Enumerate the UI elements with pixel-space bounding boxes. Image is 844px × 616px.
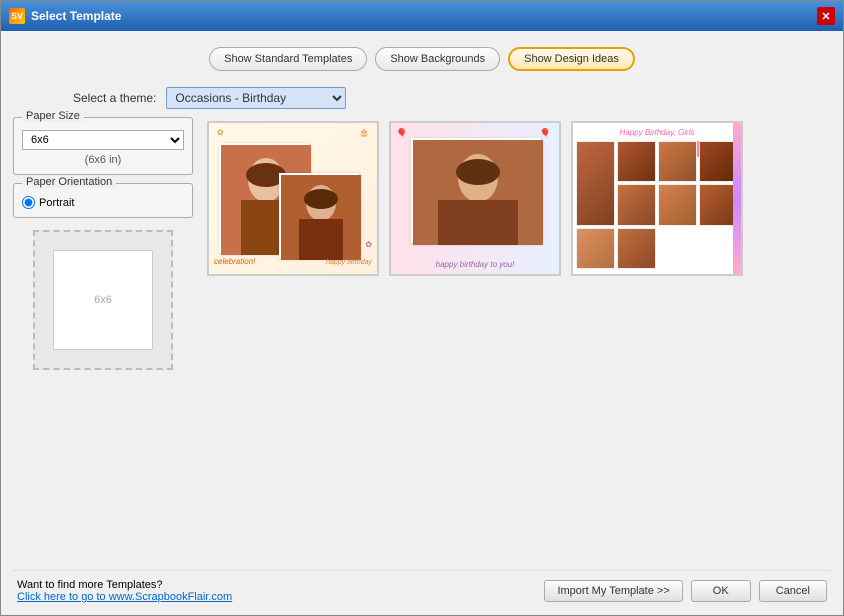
tmpl3-cell-2 bbox=[658, 141, 697, 182]
title-bar: SV Select Template ✕ bbox=[1, 1, 843, 31]
tmpl3-stripe bbox=[733, 123, 741, 274]
paper-orientation-group: Paper Orientation Portrait bbox=[13, 183, 193, 218]
close-button[interactable]: ✕ bbox=[817, 7, 835, 25]
find-templates-text: Want to find more Templates? bbox=[17, 579, 232, 591]
paper-orientation-label: Paper Orientation bbox=[22, 176, 116, 188]
toolbar: Show Standard Templates Show Backgrounds… bbox=[13, 43, 831, 79]
tmpl3-title: Happy Birthday, Girls bbox=[573, 128, 741, 137]
tmpl3-cell-1 bbox=[617, 141, 656, 182]
tmpl2-deco1: 🎈 bbox=[396, 128, 407, 139]
tmpl1-text2: happy birthday bbox=[326, 259, 372, 266]
tmpl3-cell-8 bbox=[617, 228, 656, 269]
theme-label: Select a theme: bbox=[73, 91, 156, 105]
import-template-button[interactable]: Import My Template >> bbox=[544, 580, 682, 602]
tmpl1-decoration3: ✿ bbox=[365, 240, 372, 249]
select-template-window: SV Select Template ✕ Show Standard Templ… bbox=[0, 0, 844, 616]
main-area: Paper Size 4x4 4x6 5x5 5x7 6x6 8x10 (6x6… bbox=[13, 117, 831, 558]
paper-size-label: Paper Size bbox=[22, 110, 84, 122]
preview-inner: 6x6 bbox=[53, 250, 153, 350]
bottom-buttons: Import My Template >> OK Cancel bbox=[544, 580, 827, 602]
template-card-1[interactable]: 🎂 ✿ ✿ celebration! happy birthday bbox=[207, 121, 379, 276]
preview-label: 6x6 bbox=[94, 294, 112, 306]
window-title: Select Template bbox=[31, 9, 121, 23]
tmpl1-decoration1: 🎂 bbox=[359, 128, 369, 137]
cancel-button[interactable]: Cancel bbox=[759, 580, 827, 602]
tmpl2-photo bbox=[411, 138, 541, 243]
tmpl2-text: happy birthday to you! bbox=[391, 260, 559, 269]
ok-button[interactable]: OK bbox=[691, 580, 751, 602]
find-templates: Want to find more Templates? Click here … bbox=[17, 579, 232, 603]
tmpl1-text: celebration! bbox=[214, 257, 255, 266]
portrait-option[interactable]: Portrait bbox=[22, 196, 184, 209]
templates-area: 🎂 ✿ ✿ celebration! happy birthday bbox=[203, 117, 831, 558]
tmpl2-deco2: 🎈 bbox=[540, 128, 551, 139]
templates-grid: 🎂 ✿ ✿ celebration! happy birthday bbox=[203, 117, 831, 558]
template-preview-2: 🎈 🎈 happy birthday to you! bbox=[391, 123, 559, 274]
template-preview-3: Happy Birthday, Girls bbox=[573, 123, 741, 274]
theme-row: Select a theme: Occasions - Birthday Occ… bbox=[13, 87, 831, 109]
content-area: Show Standard Templates Show Backgrounds… bbox=[1, 31, 843, 615]
show-backgrounds-button[interactable]: Show Backgrounds bbox=[375, 47, 500, 71]
template-preview-1: 🎂 ✿ ✿ celebration! happy birthday bbox=[209, 123, 377, 274]
portrait-label: Portrait bbox=[39, 197, 74, 209]
template-card-2[interactable]: 🎈 🎈 happy birthday to you! bbox=[389, 121, 561, 276]
app-icon: SV bbox=[9, 8, 25, 24]
tmpl3-cell-5 bbox=[658, 184, 697, 225]
theme-select[interactable]: Occasions - Birthday Occasions - Wedding… bbox=[166, 87, 346, 109]
find-templates-link[interactable]: Click here to go to www.ScrapbookFlair.c… bbox=[17, 591, 232, 603]
portrait-radio[interactable] bbox=[22, 196, 35, 209]
paper-preview: 6x6 bbox=[33, 230, 173, 370]
paper-size-info: (6x6 in) bbox=[22, 154, 184, 166]
tmpl3-photo-grid bbox=[576, 141, 738, 269]
tmpl3-cell-7 bbox=[576, 228, 615, 269]
left-panel: Paper Size 4x4 4x6 5x5 5x7 6x6 8x10 (6x6… bbox=[13, 117, 193, 558]
tmpl3-cell-tall bbox=[576, 141, 615, 226]
show-design-ideas-button[interactable]: Show Design Ideas bbox=[508, 47, 635, 71]
tmpl1-photo2 bbox=[279, 173, 359, 258]
tmpl1-decoration2: ✿ bbox=[217, 128, 224, 137]
show-standard-templates-button[interactable]: Show Standard Templates bbox=[209, 47, 367, 71]
bottom-bar: Want to find more Templates? Click here … bbox=[13, 570, 831, 603]
paper-size-select[interactable]: 4x4 4x6 5x5 5x7 6x6 8x10 bbox=[22, 130, 184, 150]
paper-size-group: Paper Size 4x4 4x6 5x5 5x7 6x6 8x10 (6x6… bbox=[13, 117, 193, 175]
tmpl3-cell-4 bbox=[617, 184, 656, 225]
template-card-3[interactable]: Happy Birthday, Girls bbox=[571, 121, 743, 276]
title-bar-left: SV Select Template bbox=[9, 8, 121, 24]
